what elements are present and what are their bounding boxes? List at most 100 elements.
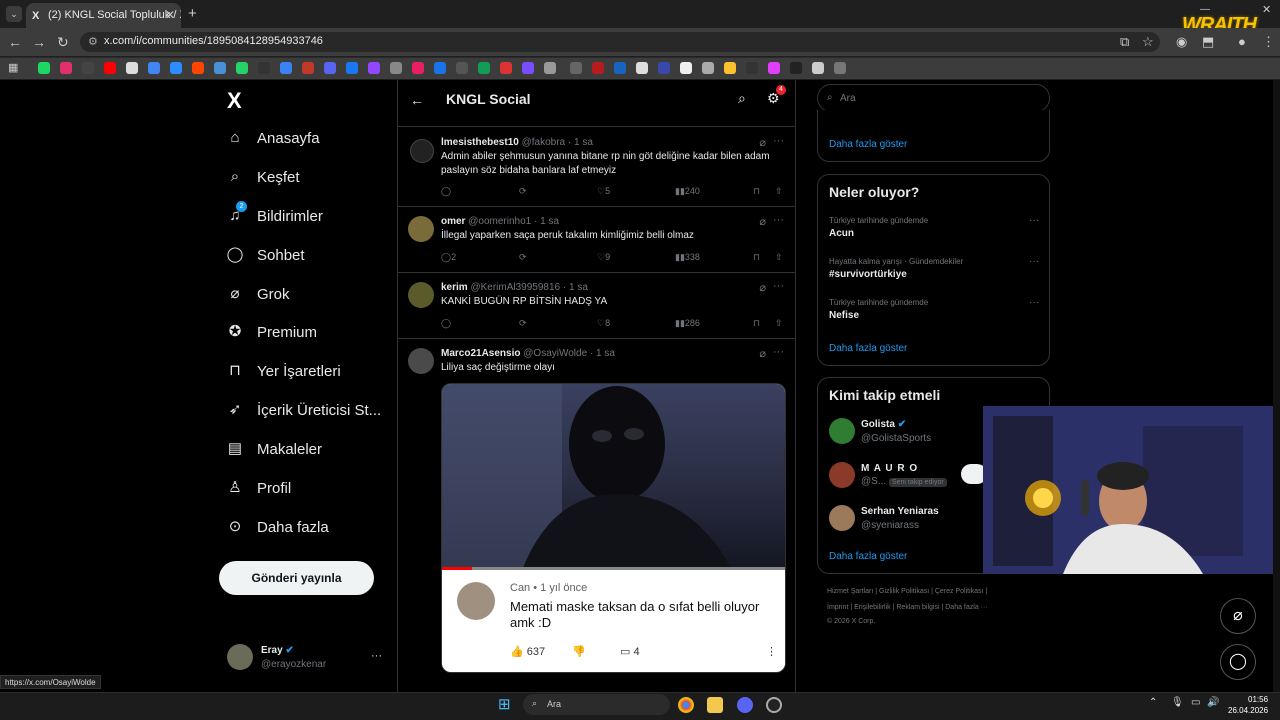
share-icon[interactable]: ⇧ <box>775 318 783 329</box>
trend-item[interactable]: Acun <box>829 228 854 239</box>
nav-more[interactable]: ⊙ Daha fazla <box>226 514 329 540</box>
more-icon[interactable]: ··· <box>773 135 784 147</box>
retweet-icon[interactable]: ⟳ <box>519 252 527 263</box>
bookmark-icon[interactable] <box>500 62 512 74</box>
video-frame[interactable] <box>442 384 785 570</box>
bookmark-icon[interactable] <box>236 62 248 74</box>
reload-icon[interactable]: ↻ <box>57 34 69 51</box>
grok-icon[interactable]: ⌀ <box>759 281 766 294</box>
bookmark-icon[interactable] <box>192 62 204 74</box>
follow-name[interactable]: Serhan Yeniaras <box>861 506 939 517</box>
new-tab-button[interactable]: + <box>188 5 197 22</box>
avatar[interactable] <box>410 139 434 163</box>
extension-icon[interactable]: ◉ <box>1176 34 1187 50</box>
bookmark-icon[interactable] <box>104 62 116 74</box>
puzzle-icon[interactable]: ⬒ <box>1202 34 1214 50</box>
grok-icon[interactable]: ⌀ <box>759 347 766 360</box>
bookmark-icon[interactable] <box>412 62 424 74</box>
avatar[interactable] <box>408 216 434 242</box>
tweet[interactable]: lmesisthebest10 @fakobra · 1 sa ⌀ ··· Ad… <box>398 127 795 207</box>
follow-name[interactable]: M A U R O <box>861 463 918 474</box>
bookmark-icon[interactable] <box>658 62 670 74</box>
reply-icon[interactable]: ◯ <box>441 186 451 197</box>
volume-icon[interactable]: 🔊 <box>1207 697 1219 708</box>
discord-icon[interactable] <box>737 697 753 713</box>
bookmark-icon[interactable] <box>636 62 648 74</box>
taskbar-clock[interactable]: 01:56 26.04.2026 <box>1228 694 1268 716</box>
bookmark-icon[interactable] <box>148 62 160 74</box>
bookmark-icon[interactable] <box>368 62 380 74</box>
avatar[interactable] <box>829 418 855 444</box>
apps-grid-icon[interactable]: ▦ <box>8 61 18 74</box>
bookmark-icon[interactable] <box>724 62 736 74</box>
bookmark-icon[interactable] <box>570 62 582 74</box>
more-icon[interactable]: ··· <box>1029 297 1039 308</box>
bookmark-icon[interactable] <box>346 62 358 74</box>
bookmark-icon[interactable] <box>214 62 226 74</box>
nav-creator-studio[interactable]: ➶ İçerik Üreticisi St... <box>226 397 381 423</box>
back-icon[interactable]: ← <box>8 34 22 50</box>
reply-button[interactable]: ◯ 2 <box>441 252 456 263</box>
tweet-author[interactable]: omer @oomerinho1 · 1 sa <box>441 216 559 227</box>
share-icon[interactable]: ⇧ <box>775 186 783 197</box>
tweet-author[interactable]: Marco21Asensio @OsayiWolde · 1 sa <box>441 348 615 359</box>
bookmark-icon[interactable] <box>834 62 846 74</box>
file-explorer-icon[interactable] <box>707 697 723 713</box>
bookmark-icon[interactable] <box>126 62 138 74</box>
bookmark-icon[interactable] <box>790 62 802 74</box>
like-button[interactable]: ♡ 8 <box>597 318 610 329</box>
bookmark-icon[interactable] <box>478 62 490 74</box>
nav-bookmarks[interactable]: ⊓ Yer İşaretleri <box>226 358 341 384</box>
bookmark-icon[interactable] <box>82 62 94 74</box>
minimize-icon[interactable]: — <box>1200 4 1210 15</box>
retweet-icon[interactable]: ⟳ <box>519 186 527 197</box>
retweet-icon[interactable]: ⟳ <box>519 318 527 329</box>
url-field[interactable]: ⚙ x.com/i/communities/189508412895493374… <box>80 32 1160 52</box>
profile-avatar-icon[interactable]: ● <box>1238 34 1246 49</box>
account-more-icon[interactable]: ··· <box>371 650 382 662</box>
share-icon[interactable]: ⇧ <box>775 252 783 263</box>
taskbar-search[interactable]: ⌕ Ara <box>523 694 670 715</box>
bookmark-icon[interactable] <box>456 62 468 74</box>
bookmark-icon[interactable]: ⊓ <box>753 318 760 329</box>
star-icon[interactable]: ☆ <box>1142 34 1154 50</box>
reply-icon[interactable]: ◯ <box>441 318 451 329</box>
site-info-icon[interactable]: ⚙ <box>88 35 98 48</box>
account-switcher[interactable]: Eray ✔ @erayozkenar ··· <box>227 644 387 676</box>
nav-home[interactable]: ⌂ Anasayfa <box>226 125 319 151</box>
window-close-icon[interactable]: ✕ <box>1262 3 1271 16</box>
bookmark-icon[interactable] <box>60 62 72 74</box>
bookmark-icon[interactable] <box>592 62 604 74</box>
tweet-author[interactable]: kerim @KerimAl39959816 · 1 sa <box>441 282 588 293</box>
footer-links[interactable]: İmprint | Erişilebilirlik | Reklam bilgi… <box>827 604 988 611</box>
bookmark-icon[interactable] <box>680 62 692 74</box>
avatar[interactable] <box>408 348 434 374</box>
search-input[interactable]: ⌕ Ara <box>817 84 1050 112</box>
tweet-media[interactable]: Can • 1 yıl önce Memati maske taksan da … <box>441 383 786 673</box>
search-icon[interactable]: ⌕ <box>738 90 746 107</box>
footer-links[interactable]: Hizmet Şartları | Gizlilik Politikası | … <box>827 588 987 595</box>
avatar[interactable] <box>829 505 855 531</box>
nav-premium[interactable]: ✪ Premium <box>226 319 317 345</box>
nav-articles[interactable]: ▤ Makaleler <box>226 436 322 462</box>
trend-item[interactable]: Nefise <box>829 310 859 321</box>
chrome-icon[interactable] <box>678 697 694 713</box>
bookmark-icon[interactable] <box>812 62 824 74</box>
back-arrow-icon[interactable]: ← <box>410 92 424 108</box>
show-more-link[interactable]: Daha fazla göster <box>829 139 907 150</box>
bookmark-icon[interactable] <box>614 62 626 74</box>
show-more-link[interactable]: Daha fazla göster <box>829 343 907 354</box>
avatar[interactable] <box>408 282 434 308</box>
bookmark-icon[interactable] <box>544 62 556 74</box>
network-icon[interactable]: ▭ <box>1191 697 1200 708</box>
windows-start-icon[interactable]: ⊞ <box>498 695 511 713</box>
views-button[interactable]: ▮▮ 240 <box>675 186 700 197</box>
more-icon[interactable]: ··· <box>1029 215 1039 226</box>
more-icon[interactable]: ··· <box>773 346 784 358</box>
bookmark-icon[interactable] <box>746 62 758 74</box>
bookmark-icon[interactable] <box>302 62 314 74</box>
bookmark-icon[interactable] <box>390 62 402 74</box>
microphone-icon[interactable]: 🎙 <box>1171 697 1184 708</box>
show-more-link[interactable]: Daha fazla göster <box>829 551 907 562</box>
app-icon[interactable] <box>766 697 782 713</box>
